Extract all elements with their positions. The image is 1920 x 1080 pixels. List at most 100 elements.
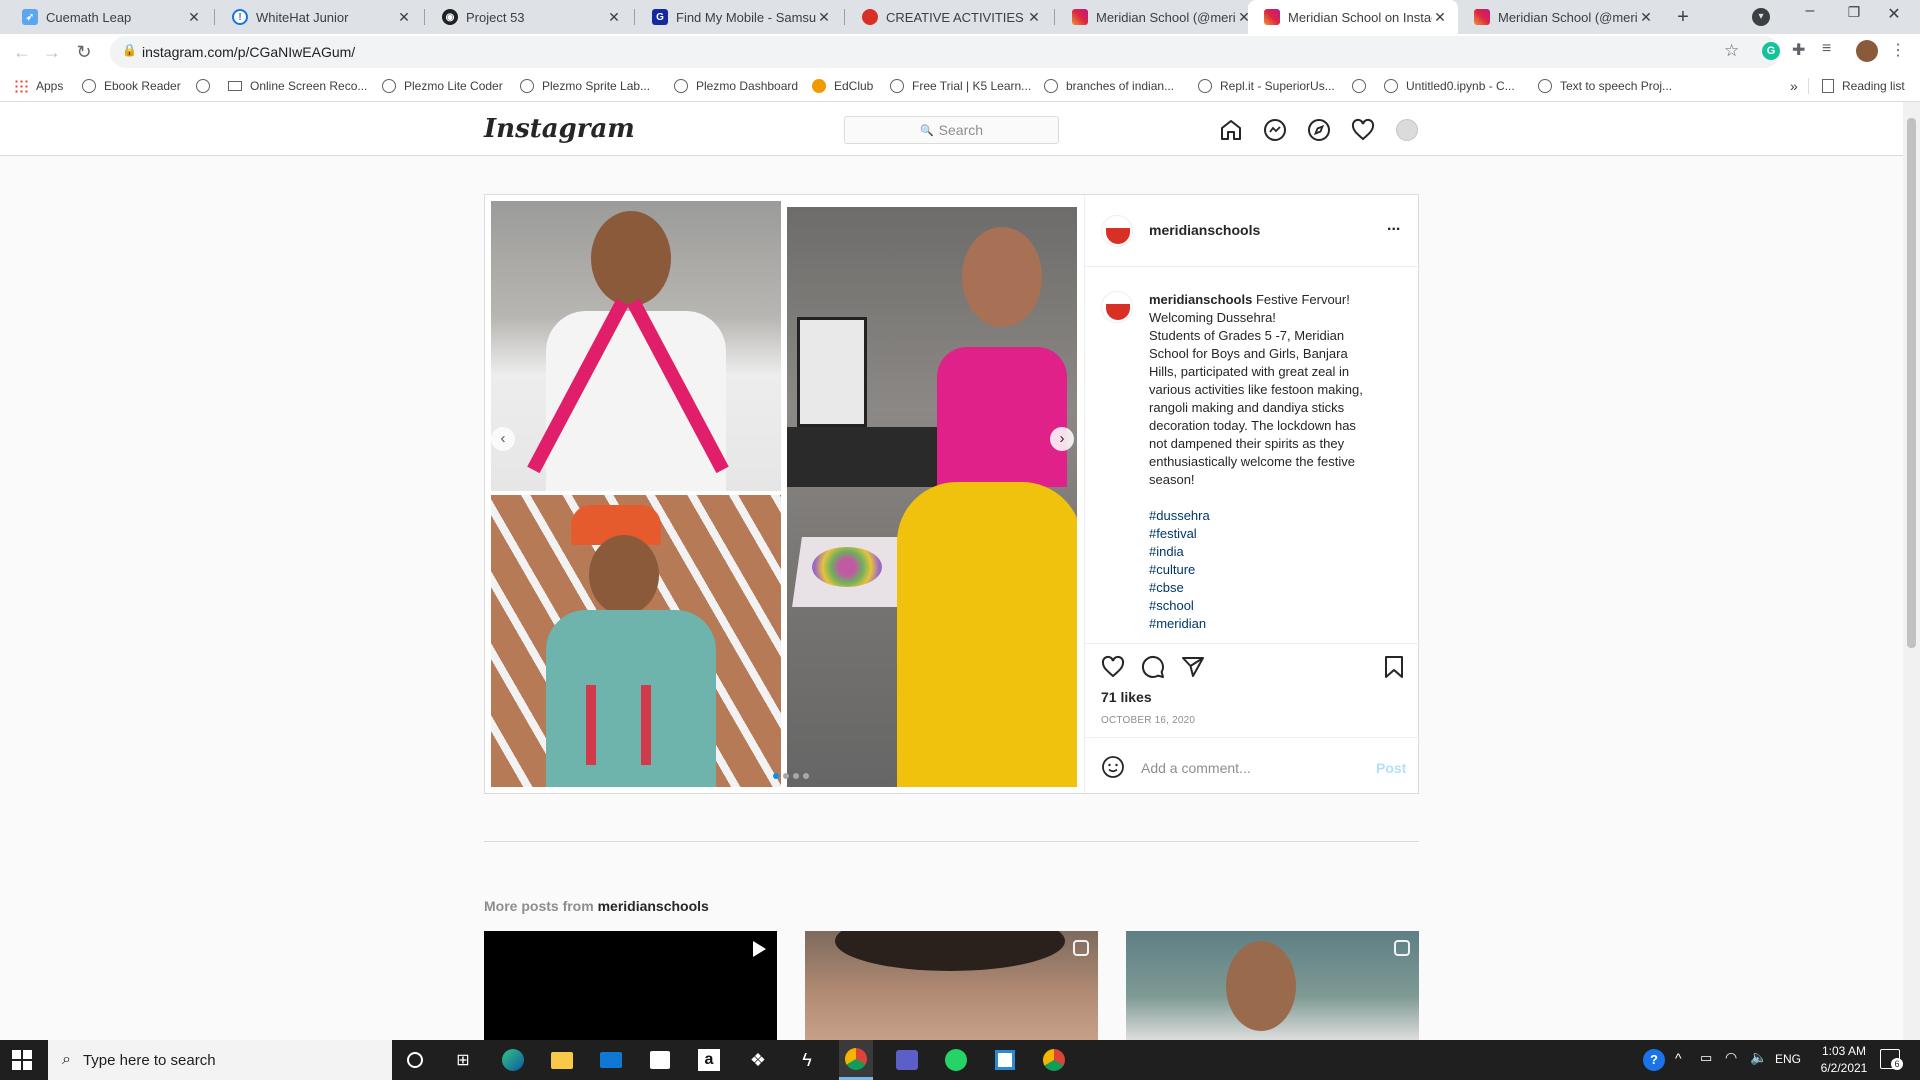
hashtag-link[interactable]: #culture [1149, 561, 1399, 579]
close-icon[interactable]: ✕ [186, 9, 202, 26]
bookmark-replit[interactable]: Repl.it - SuperiorUs... [1198, 70, 1335, 102]
bookmark-apps[interactable]: Apps [14, 70, 63, 102]
author-avatar[interactable] [1101, 215, 1133, 247]
bookmark-plezmo-dashboard[interactable]: Plezmo Dashboard [674, 70, 798, 102]
address-bar[interactable]: 🔒 instagram.com/p/CGaNIwEAGum/ ☆ [110, 36, 1780, 68]
forward-icon[interactable]: → [42, 42, 62, 62]
close-icon[interactable]: ✕ [816, 9, 832, 26]
more-options-icon[interactable]: ... [1387, 217, 1400, 235]
restore-icon[interactable]: ❐ [1842, 4, 1866, 30]
menu-icon[interactable]: ⋮ [1890, 40, 1906, 60]
emoji-icon[interactable] [1101, 755, 1125, 779]
close-window-icon[interactable]: ✕ [1882, 4, 1906, 30]
amazon-icon[interactable]: a [695, 1046, 723, 1074]
tab-creative-activities[interactable]: CREATIVE ACTIVITIES - Me ✕ [846, 0, 1052, 34]
tab-whitehat[interactable]: ! WhiteHat Junior ✕ [216, 0, 422, 34]
bookmark-k5-learning[interactable]: Free Trial | K5 Learn... [890, 70, 1031, 102]
close-icon[interactable]: ✕ [606, 9, 622, 26]
caption-author-avatar[interactable] [1101, 291, 1133, 323]
scrollbar-thumb[interactable] [1907, 118, 1916, 648]
page-scrollbar[interactable] [1903, 102, 1920, 1040]
app-icon[interactable]: ϟ [793, 1046, 821, 1074]
bookmark-indian-branches[interactable]: branches of indian... [1044, 70, 1174, 102]
bookmark-plezmo-sprite[interactable]: Plezmo Sprite Lab... [520, 70, 650, 102]
carousel-prev-button[interactable]: ‹ [491, 427, 515, 451]
hashtag-link[interactable]: #india [1149, 543, 1399, 561]
tab-meridian-post-active[interactable]: Meridian School on Instag ✕ [1248, 0, 1458, 34]
search-input[interactable]: 🔍 Search [844, 116, 1059, 144]
edge-icon[interactable] [499, 1046, 527, 1074]
notifications-icon[interactable]: 6 [1880, 1049, 1903, 1070]
minimize-icon[interactable]: – [1798, 2, 1822, 28]
carousel-next-button[interactable]: › [1050, 427, 1074, 451]
post-comment-button[interactable]: Post [1376, 760, 1406, 776]
more-post-thumbnail[interactable] [1126, 931, 1419, 1040]
more-posts-username[interactable]: meridianschools [598, 898, 709, 914]
close-icon[interactable]: ✕ [1432, 9, 1448, 26]
post-date[interactable]: OCTOBER 16, 2020 [1101, 715, 1195, 726]
hashtag-link[interactable]: #dussehra [1149, 507, 1399, 525]
likes-count[interactable]: 71 likes [1101, 689, 1152, 705]
bookmark-screen-recorder[interactable]: Online Screen Reco... [228, 70, 367, 102]
new-tab-icon[interactable]: + [1670, 4, 1696, 30]
grammarly-icon[interactable]: G [1762, 42, 1780, 60]
star-icon[interactable]: ☆ [1724, 41, 1739, 61]
cortana-icon[interactable] [401, 1046, 429, 1074]
back-icon[interactable]: ← [12, 42, 32, 62]
messenger-icon[interactable] [1263, 118, 1287, 142]
hashtag-link[interactable]: #festival [1149, 525, 1399, 543]
share-icon[interactable] [1181, 655, 1205, 679]
chrome-icon[interactable] [1040, 1046, 1068, 1074]
help-icon[interactable]: ? [1640, 1046, 1668, 1074]
bookmark-plezmo-lite[interactable]: Plezmo Lite Coder [382, 70, 503, 102]
comment-input[interactable]: Add a comment... [1141, 760, 1251, 776]
reload-icon[interactable]: ↻ [74, 42, 94, 62]
hashtag-link[interactable]: #cbse [1149, 579, 1399, 597]
bookmark-blank[interactable] [196, 70, 218, 102]
profile-avatar-icon[interactable] [1396, 119, 1418, 141]
taskbar-search-input[interactable]: ⌕ Type here to search [48, 1040, 392, 1080]
author-username[interactable]: meridianschools [1149, 222, 1260, 238]
like-heart-icon[interactable] [1101, 655, 1125, 679]
reading-list-button[interactable]: Reading list [1822, 70, 1905, 102]
tab-samsung[interactable]: G Find My Mobile - Samsung ✕ [636, 0, 842, 34]
language-indicator[interactable]: ENG [1775, 1052, 1801, 1066]
activity-heart-icon[interactable] [1351, 118, 1375, 142]
clock[interactable]: 1:03 AM 6/2/2021 [1808, 1043, 1880, 1077]
bookmark-colab[interactable]: Untitled0.ipynb - C... [1384, 70, 1515, 102]
extensions-icon[interactable]: ✚ [1792, 40, 1805, 60]
caption-username[interactable]: meridianschools [1149, 292, 1252, 307]
store-icon[interactable] [646, 1046, 674, 1074]
save-bookmark-icon[interactable] [1382, 655, 1406, 679]
bookmark-ebook-reader[interactable]: Ebook Reader [82, 70, 181, 102]
profile-avatar[interactable] [1856, 40, 1878, 62]
task-view-icon[interactable]: ⊞ [449, 1046, 477, 1074]
whatsapp-icon[interactable] [942, 1046, 970, 1074]
windows-start-icon[interactable] [12, 1050, 32, 1070]
bookmarks-overflow[interactable]: » [1790, 70, 1798, 102]
instagram-logo[interactable]: Instagram [484, 114, 635, 144]
wifi-icon[interactable]: ◠ [1725, 1049, 1737, 1066]
explore-icon[interactable] [1307, 118, 1331, 142]
tab-cuemath[interactable]: ➶ Cuemath Leap ✕ [6, 0, 212, 34]
bookmark-edclub[interactable]: EdClub [812, 70, 873, 102]
tab-meridian-profile-2[interactable]: Meridian School (@meridi ✕ [1458, 0, 1664, 34]
home-icon[interactable] [1219, 118, 1243, 142]
close-icon[interactable]: ✕ [396, 9, 412, 26]
teams-icon[interactable] [893, 1046, 921, 1074]
dropbox-icon[interactable]: ❖ [744, 1046, 772, 1074]
hashtag-link[interactable]: #meridian [1149, 615, 1399, 633]
tab-search-icon[interactable]: ▾ [1752, 8, 1770, 26]
bookmark-text-to-speech[interactable]: Text to speech Proj... [1538, 70, 1672, 102]
tray-chevron-icon[interactable]: ^ [1675, 1050, 1682, 1066]
volume-icon[interactable]: 🔈 [1750, 1049, 1767, 1066]
close-icon[interactable]: ✕ [1026, 9, 1042, 26]
mail-icon[interactable] [597, 1046, 625, 1074]
file-explorer-icon[interactable] [548, 1046, 576, 1074]
bookmark-blank-2[interactable] [1352, 70, 1374, 102]
comment-icon[interactable] [1141, 655, 1165, 679]
tab-project-53[interactable]: ◉ Project 53 ✕ [426, 0, 632, 34]
chrome-icon[interactable] [839, 1040, 873, 1080]
hashtag-link[interactable]: #school [1149, 597, 1399, 615]
media-icon[interactable]: ≡ [1822, 40, 1831, 58]
